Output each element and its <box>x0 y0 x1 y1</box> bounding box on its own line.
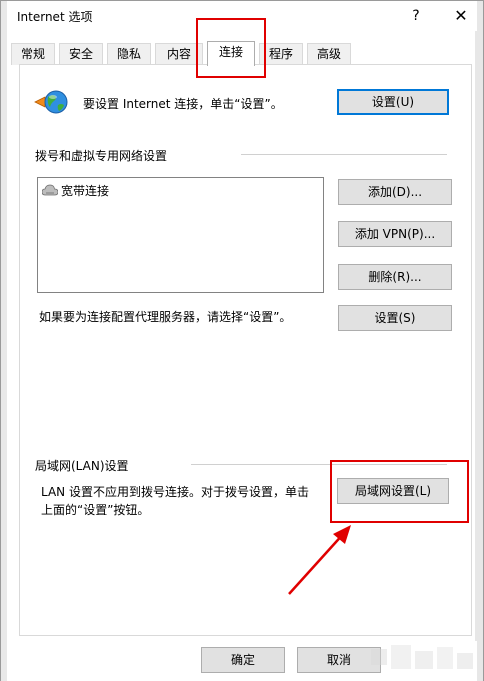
ok-button[interactable]: 确定 <box>201 647 285 673</box>
internet-options-dialog: Internet 选项 ? ✕ 常规 安全 隐私 内容 连接 程序 高级 要设置… <box>0 0 484 681</box>
broadband-connection-icon <box>42 184 58 195</box>
proxy-hint-text: 如果要为连接配置代理服务器，请选择“设置”。 <box>39 310 292 324</box>
list-item[interactable]: 宽带连接 <box>42 182 109 198</box>
dialup-section-title: 拨号和虚拟专用网络设置 <box>35 149 168 163</box>
add-connection-button[interactable]: 添加(D)... <box>338 179 452 205</box>
lan-section-title: 局域网(LAN)设置 <box>35 459 129 473</box>
window-title: Internet 选项 <box>17 10 93 24</box>
remove-connection-button[interactable]: 删除(R)... <box>338 264 452 290</box>
tab-security[interactable]: 安全 <box>59 43 103 65</box>
watermark-logo-icon <box>371 645 473 669</box>
tab-advanced[interactable]: 高级 <box>307 43 351 65</box>
connection-name: 宽带连接 <box>61 183 110 198</box>
tab-general[interactable]: 常规 <box>11 43 55 65</box>
dialup-section-divider <box>241 154 447 155</box>
help-button[interactable]: ? <box>399 3 433 29</box>
close-button[interactable]: ✕ <box>444 3 478 29</box>
globe-connection-icon <box>34 90 68 114</box>
tab-strip: 常规 安全 隐私 内容 连接 程序 高级 <box>11 41 471 66</box>
tab-connections[interactable]: 连接 <box>207 41 255 66</box>
highlight-box-lan-button <box>330 460 469 523</box>
lan-note-line2: 上面的“设置”按钮。 <box>41 503 150 517</box>
setup-button[interactable]: 设置(U) <box>337 89 449 115</box>
annotation-arrow-icon <box>288 525 351 595</box>
background-strip-left <box>1 1 7 681</box>
background-strip-right <box>475 1 483 681</box>
connection-settings-button[interactable]: 设置(S) <box>338 305 452 331</box>
add-vpn-button[interactable]: 添加 VPN(P)... <box>338 221 452 247</box>
connect-prompt: 要设置 Internet 连接，单击“设置”。 <box>83 97 283 111</box>
tab-privacy[interactable]: 隐私 <box>107 43 151 65</box>
lan-note-line1: LAN 设置不应用到拨号连接。对于拨号设置，单击 <box>41 485 309 499</box>
connection-list[interactable]: 宽带连接 <box>37 177 324 293</box>
